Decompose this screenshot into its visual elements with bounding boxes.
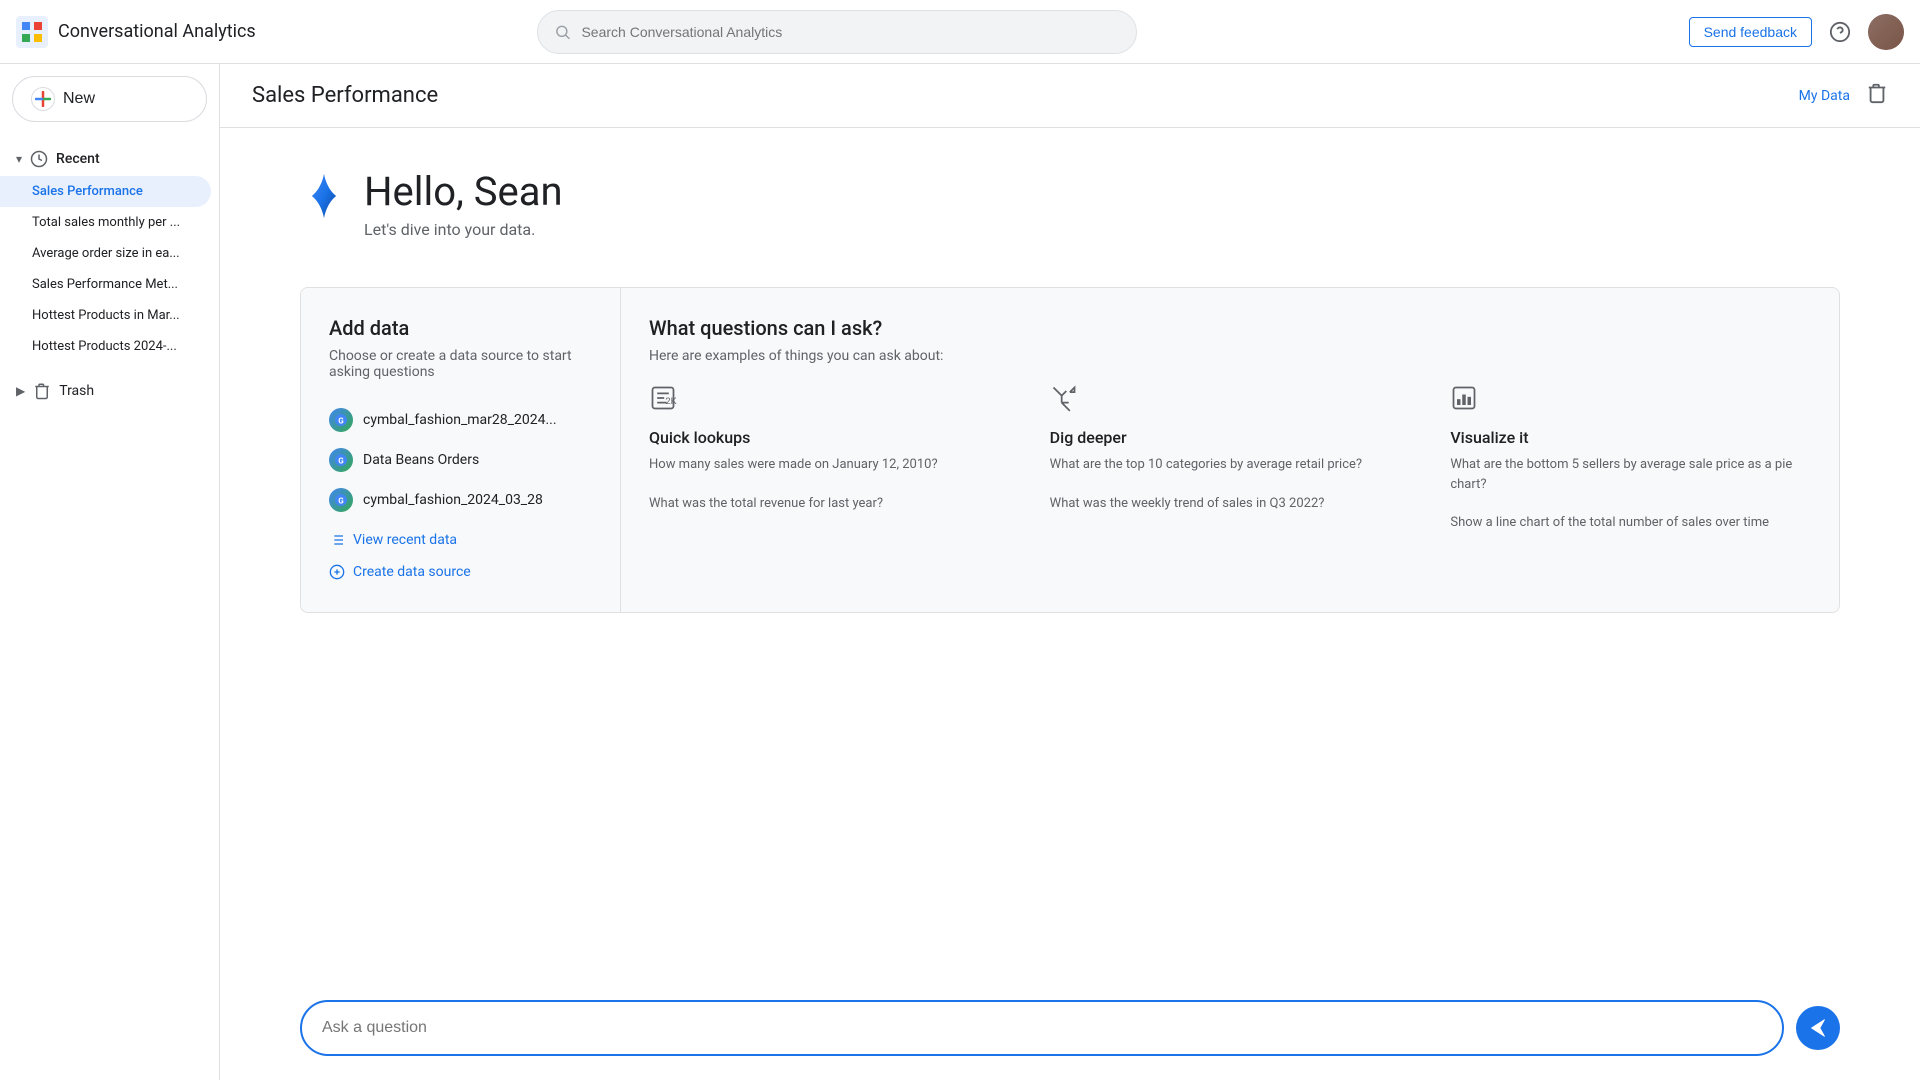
cards-section: Add data Choose or create a data source … xyxy=(300,287,1840,613)
trash-section[interactable]: ▶ Trash xyxy=(0,374,219,408)
sidebar-item-hottest-2024[interactable]: Hottest Products 2024-... xyxy=(0,331,211,362)
data-source-name-3: cymbal_fashion_2024_03_28 xyxy=(363,492,543,508)
recent-label: Recent xyxy=(56,151,100,167)
gemini-star-icon xyxy=(300,172,348,220)
user-avatar[interactable] xyxy=(1868,14,1904,50)
dig-deeper-ex2: What was the weekly trend of sales in Q3… xyxy=(1050,494,1411,514)
questions-title: What questions can I ask? xyxy=(649,316,1811,340)
send-feedback-button[interactable]: Send feedback xyxy=(1689,17,1812,47)
ask-input[interactable] xyxy=(322,1019,1762,1037)
collapse-arrow-icon: ▾ xyxy=(16,152,22,166)
page-title: Sales Performance xyxy=(252,83,438,108)
search-input[interactable] xyxy=(581,24,1120,40)
dig-deeper-title: Dig deeper xyxy=(1050,428,1411,447)
my-data-link[interactable]: My Data xyxy=(1799,88,1850,104)
quick-lookups-title: Quick lookups xyxy=(649,428,1010,447)
app-logo-icon xyxy=(16,16,48,48)
list-icon xyxy=(329,532,345,548)
quick-lookup-ex2: What was the total revenue for last year… xyxy=(649,494,1010,514)
page-header: Sales Performance My Data xyxy=(220,64,1920,128)
recent-section: ▾ Recent Sales Performance Total sales m… xyxy=(0,138,219,366)
greeting-subtitle: Let's dive into your data. xyxy=(364,220,563,239)
data-source-icon-1: G xyxy=(329,408,353,432)
plus-circle-icon xyxy=(329,564,345,580)
visualize-col: Visualize it What are the bottom 5 selle… xyxy=(1450,384,1811,533)
data-source-name-1: cymbal_fashion_mar28_2024... xyxy=(363,412,557,428)
main-layout: New ▾ Recent Sales Performance Total sal… xyxy=(0,64,1920,1080)
data-source-2[interactable]: G Data Beans Orders xyxy=(329,440,592,480)
page-trash-icon[interactable] xyxy=(1866,82,1888,109)
visualize-ex2: Show a line chart of the total number of… xyxy=(1450,513,1811,533)
help-icon[interactable] xyxy=(1824,16,1856,48)
quick-lookup-ex1: How many sales were made on January 12, … xyxy=(649,455,1010,475)
app-title: Conversational Analytics xyxy=(58,21,256,42)
trash-expand-icon: ▶ xyxy=(16,384,25,398)
dig-deeper-icon xyxy=(1050,384,1078,412)
ask-input-wrapper[interactable] xyxy=(300,1000,1784,1056)
send-icon xyxy=(1807,1017,1829,1039)
view-recent-label: View recent data xyxy=(353,532,457,548)
sidebar: New ▾ Recent Sales Performance Total sal… xyxy=(0,64,220,1080)
create-source-label: Create data source xyxy=(353,564,471,580)
new-button-label: New xyxy=(63,90,95,108)
create-data-source-link[interactable]: Create data source xyxy=(329,560,592,584)
topbar-right: Send feedback xyxy=(1689,14,1904,50)
questions-subtitle: Here are examples of things you can ask … xyxy=(649,348,1811,364)
greeting-title: Hello, Sean xyxy=(364,168,563,216)
svg-text:G: G xyxy=(338,417,344,426)
add-data-title: Add data xyxy=(329,316,592,340)
svg-text:G: G xyxy=(338,497,344,506)
data-source-icon-3: G xyxy=(329,488,353,512)
sidebar-item-avg-order[interactable]: Average order size in ea... xyxy=(0,238,211,269)
hello-section: Hello, Sean Let's dive into your data. xyxy=(300,168,1840,239)
visualize-ex1: What are the bottom 5 sellers by average… xyxy=(1450,455,1811,494)
add-data-card: Add data Choose or create a data source … xyxy=(301,288,621,612)
quick-lookups-col: 2K Quick lookups How many sales were mad… xyxy=(649,384,1010,533)
search-bar[interactable] xyxy=(537,10,1137,54)
hello-text: Hello, Sean Let's dive into your data. xyxy=(364,168,563,239)
data-source-icon-2: G xyxy=(329,448,353,472)
page-header-right: My Data xyxy=(1799,82,1888,109)
app-logo: Conversational Analytics xyxy=(16,16,256,48)
sidebar-item-hottest-mar[interactable]: Hottest Products in Mar... xyxy=(0,300,211,331)
quick-lookup-icon: 2K xyxy=(649,384,677,412)
main-content: Hello, Sean Let's dive into your data. A… xyxy=(220,128,1920,1080)
new-button[interactable]: New xyxy=(12,76,207,122)
questions-card: What questions can I ask? Here are examp… xyxy=(621,288,1839,612)
trash-icon xyxy=(33,382,51,400)
data-source-1[interactable]: G cymbal_fashion_mar28_2024... xyxy=(329,400,592,440)
recent-section-header[interactable]: ▾ Recent xyxy=(0,142,219,176)
add-data-subtitle: Choose or create a data source to start … xyxy=(329,348,592,380)
search-icon xyxy=(554,23,571,41)
trash-label: Trash xyxy=(59,383,94,399)
new-plus-icon xyxy=(31,87,55,111)
questions-columns: 2K Quick lookups How many sales were mad… xyxy=(649,384,1811,533)
view-recent-data-link[interactable]: View recent data xyxy=(329,528,592,552)
data-source-3[interactable]: G cymbal_fashion_2024_03_28 xyxy=(329,480,592,520)
visualize-icon xyxy=(1450,384,1478,412)
svg-text:2K: 2K xyxy=(665,396,676,407)
dig-deeper-ex1: What are the top 10 categories by averag… xyxy=(1050,455,1411,475)
svg-text:G: G xyxy=(338,457,344,466)
sidebar-item-sales-met[interactable]: Sales Performance Met... xyxy=(0,269,211,300)
sidebar-item-sales-performance[interactable]: Sales Performance xyxy=(0,176,211,207)
send-button[interactable] xyxy=(1796,1006,1840,1050)
data-source-name-2: Data Beans Orders xyxy=(363,452,479,468)
content-area: Sales Performance My Data xyxy=(220,64,1920,1080)
visualize-title: Visualize it xyxy=(1450,428,1811,447)
bottom-input-bar xyxy=(220,1000,1920,1056)
dig-deeper-col: Dig deeper What are the top 10 categorie… xyxy=(1050,384,1411,533)
sidebar-item-total-sales[interactable]: Total sales monthly per ... xyxy=(0,207,211,238)
clock-icon xyxy=(30,150,48,168)
topbar: Conversational Analytics Send feedback xyxy=(0,0,1920,64)
